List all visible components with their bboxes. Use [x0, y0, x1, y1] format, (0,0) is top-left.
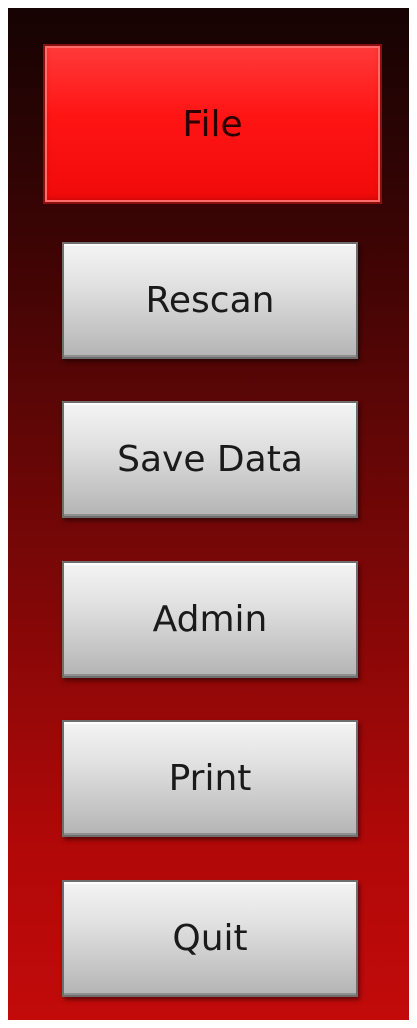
save-data-button-label: Save Data	[117, 439, 303, 480]
save-data-button[interactable]: Save Data	[62, 401, 358, 518]
menu-panel: File Rescan Save Data Admin Print Quit	[8, 8, 409, 1020]
rescan-button-label: Rescan	[145, 280, 275, 321]
file-button[interactable]: File	[43, 44, 382, 204]
print-button-label: Print	[168, 758, 252, 799]
rescan-button[interactable]: Rescan	[62, 242, 358, 359]
print-button[interactable]: Print	[62, 720, 358, 837]
quit-button-label: Quit	[172, 918, 248, 959]
quit-button[interactable]: Quit	[62, 880, 358, 997]
file-button-label: File	[182, 103, 243, 145]
admin-button[interactable]: Admin	[62, 561, 358, 678]
admin-button-label: Admin	[152, 599, 268, 640]
